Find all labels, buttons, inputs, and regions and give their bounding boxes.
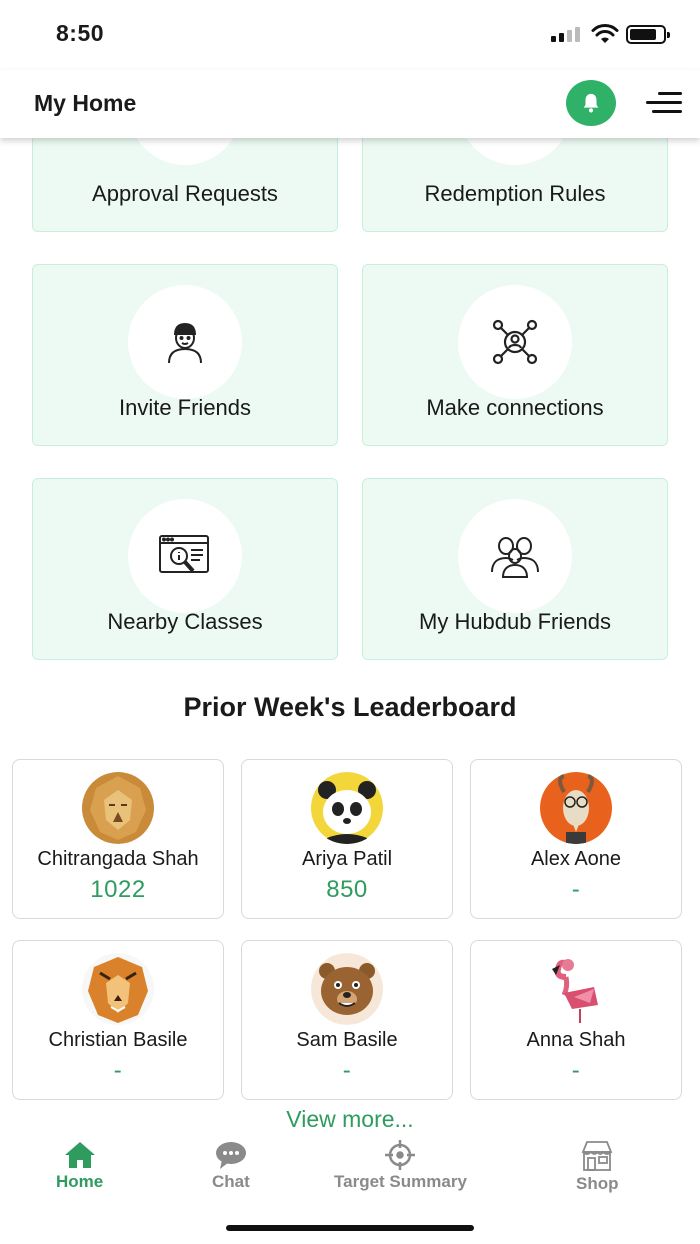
nav-label: Chat [212,1172,250,1191]
player-name: Alex Aone [530,848,622,870]
nav-shop[interactable]: Shop [576,1140,619,1194]
player-score: - [342,1057,352,1084]
page-title: My Home [34,90,137,116]
nav-chat[interactable]: Chat [212,1140,250,1192]
leaderboard-title: Prior Week's Leaderboard [183,692,517,722]
player-name: Chitrangada Shah [37,848,199,870]
app-header: My Home [0,70,700,138]
bear-avatar [309,953,385,1025]
bottom-nav: Home Chat Target Summary Shop [0,1136,700,1216]
chat-icon [215,1142,246,1169]
nav-label: Target Summary [334,1172,467,1191]
battery-icon [626,25,670,44]
player-name: Ariya Patil [301,848,393,870]
tile-label: Nearby Classes [107,609,263,634]
notification-button[interactable] [566,80,616,126]
flamingo-avatar [538,953,614,1025]
status-bar: 8:50 [0,0,700,70]
friends-icon [458,499,572,613]
leaderboard-card[interactable]: Christian Basile - [12,940,224,1100]
panda-avatar [309,772,385,844]
leaderboard-card[interactable]: Anna Shah - [470,940,682,1100]
tiger-avatar [80,953,156,1025]
tile-my-hubdub-friends[interactable]: My Hubdub Friends [362,478,668,660]
tile-nearby-classes[interactable]: Nearby Classes [32,478,338,660]
person-icon [128,285,242,399]
tile-label: My Hubdub Friends [419,609,611,634]
goat-avatar [538,772,614,844]
status-time: 8:50 [56,20,105,46]
leaderboard-card[interactable]: Ariya Patil 850 [241,759,453,919]
player-name: Sam Basile [296,1029,398,1051]
bell-icon [583,93,599,113]
menu-icon[interactable] [646,90,682,116]
nav-label: Shop [576,1174,619,1193]
leaderboard-card[interactable]: Chitrangada Shah 1022 [12,759,224,919]
leaderboard-card[interactable]: Alex Aone - [470,759,682,919]
cellular-signal-icon [551,26,580,42]
player-score: - [571,876,581,903]
player-score: - [113,1057,123,1084]
tile-make-connections[interactable]: Make connections [362,264,668,446]
nav-target-summary[interactable]: Target Summary [334,1140,467,1192]
shop-icon [581,1141,613,1171]
home-indicator [226,1225,474,1231]
tile-label: Make connections [426,395,604,420]
tile-label: Approval Requests [92,181,278,206]
tile-label: Redemption Rules [424,181,606,206]
home-icon [64,1142,95,1168]
tile-invite-friends[interactable]: Invite Friends [32,264,338,446]
wifi-icon [591,24,619,43]
lion-avatar [80,772,156,844]
nav-home[interactable]: Home [56,1140,103,1192]
tile-label: Invite Friends [118,395,252,420]
connections-icon [458,285,572,399]
leaderboard-card[interactable]: Sam Basile - [241,940,453,1100]
player-name: Anna Shah [526,1029,626,1051]
nav-label: Home [56,1172,104,1191]
view-more-link[interactable]: View more... [0,1106,700,1133]
player-score: 1022 [90,876,146,903]
player-score: - [571,1057,581,1084]
player-name: Christian Basile [48,1029,188,1051]
search-browser-icon [128,499,242,613]
player-score: 850 [326,876,368,903]
target-icon [385,1140,416,1170]
